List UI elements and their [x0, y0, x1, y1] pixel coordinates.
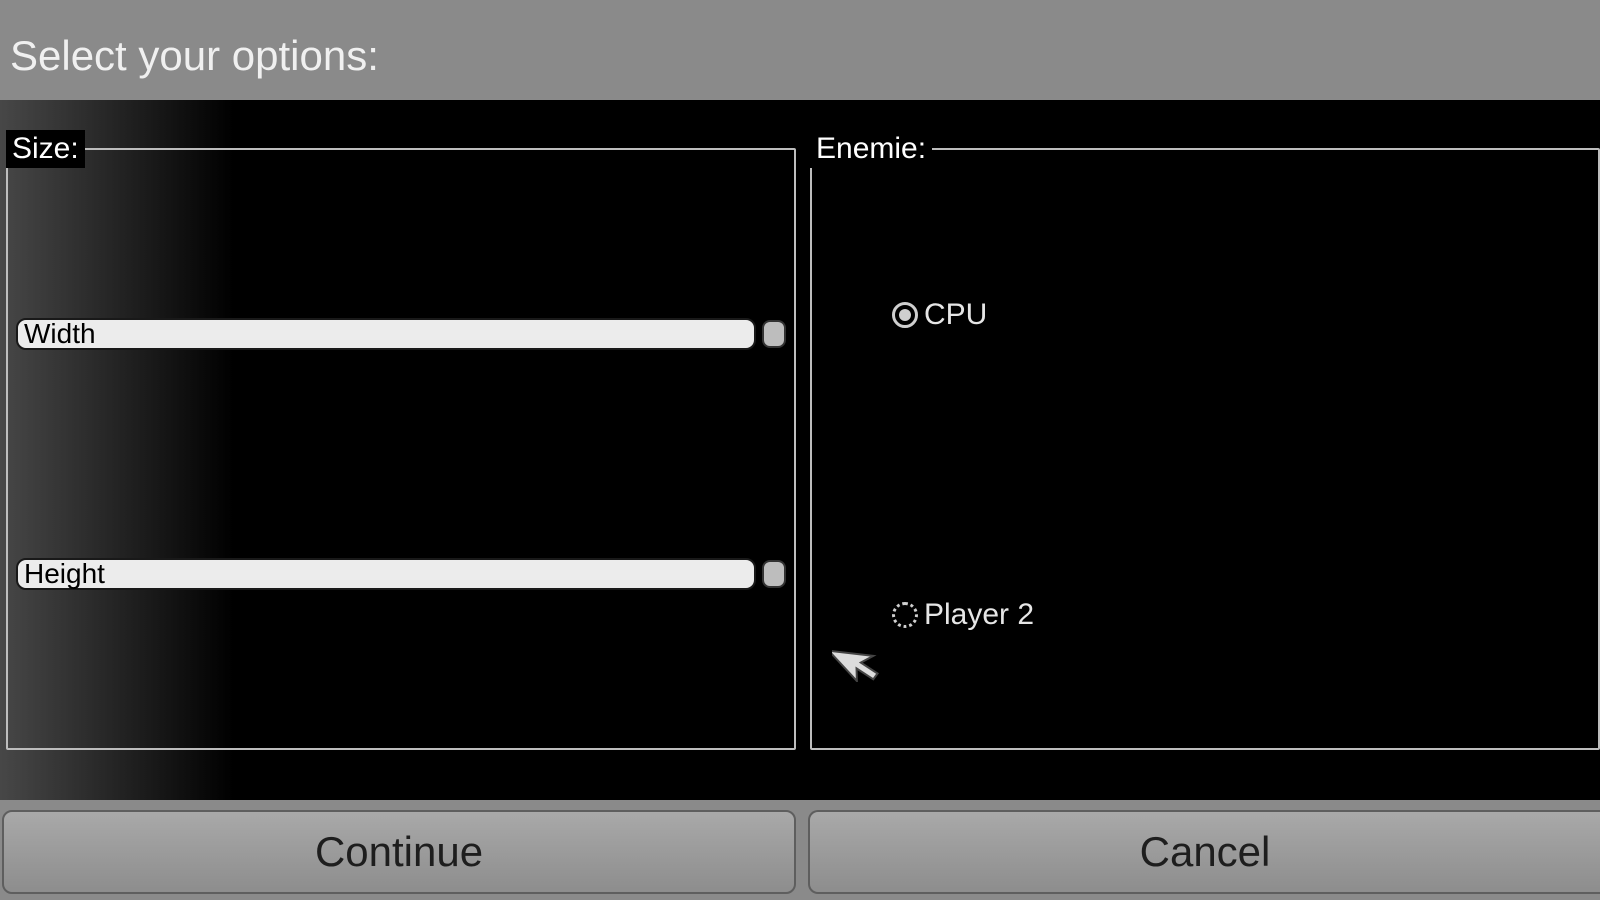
enemy-radio-cpu-label: CPU	[924, 298, 987, 332]
enemy-panel-body: CPU Player 2	[812, 168, 1598, 748]
width-slider[interactable]: Width	[16, 318, 786, 350]
cancel-button[interactable]: Cancel	[808, 810, 1600, 894]
height-slider-track[interactable]: Height	[16, 558, 756, 590]
height-slider-thumb[interactable]	[762, 560, 786, 588]
width-slider-label: Width	[24, 320, 96, 348]
dialog-header: Select your options:	[0, 0, 1600, 100]
width-slider-thumb[interactable]	[762, 320, 786, 348]
enemy-radio-player2[interactable]: Player 2	[892, 598, 1034, 632]
dialog-footer: Continue Cancel	[0, 810, 1600, 894]
enemy-panel-legend: Enemie:	[810, 130, 932, 168]
cursor-arrow-icon	[832, 638, 892, 682]
enemy-radio-player2-label: Player 2	[924, 598, 1034, 632]
radio-icon	[892, 302, 918, 328]
width-slider-track[interactable]: Width	[16, 318, 756, 350]
continue-button[interactable]: Continue	[2, 810, 796, 894]
height-slider[interactable]: Height	[16, 558, 786, 590]
radio-icon	[892, 602, 918, 628]
enemy-panel: Enemie: CPU Player 2	[810, 130, 1600, 750]
enemy-radio-cpu[interactable]: CPU	[892, 298, 987, 332]
dialog-title: Select your options:	[10, 32, 1590, 80]
size-panel-legend: Size:	[6, 130, 85, 168]
height-slider-label: Height	[24, 560, 105, 588]
dialog-body: Size: Width Height Enemie:	[0, 100, 1600, 800]
radio-dot-icon	[899, 309, 911, 321]
size-panel-body: Width Height	[8, 168, 794, 748]
size-panel: Size: Width Height	[6, 130, 796, 750]
